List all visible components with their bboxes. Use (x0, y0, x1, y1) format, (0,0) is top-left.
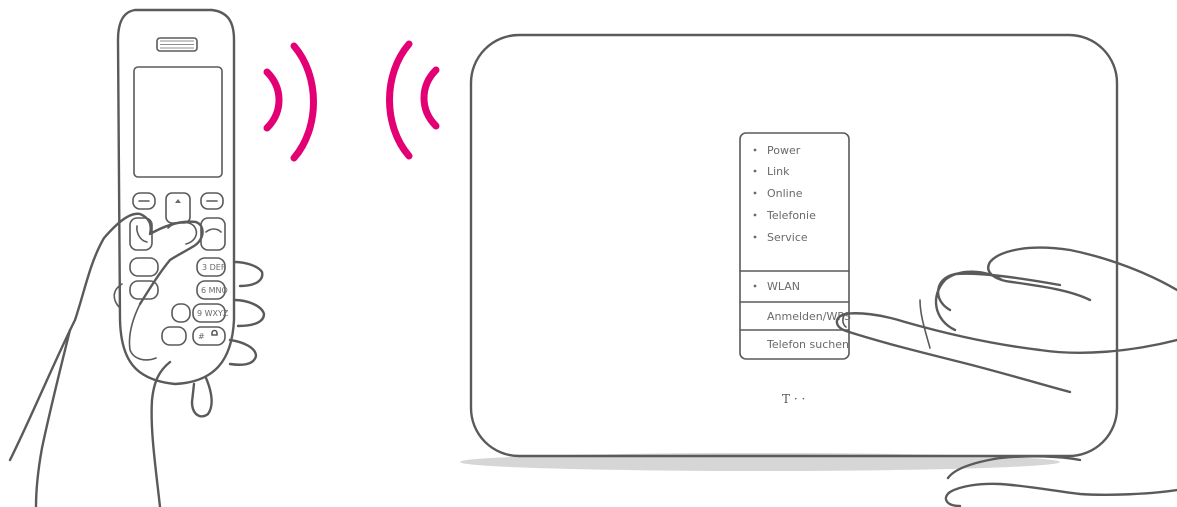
led-dot (753, 235, 757, 239)
key-0[interactable] (161, 326, 187, 346)
key-3-label: 3 DEF (202, 263, 226, 272)
led-online-label: Online (767, 187, 803, 200)
led-dot (753, 284, 757, 288)
wireless-signal-icon (263, 42, 317, 162)
signal-arc-large (290, 42, 317, 162)
wireless-signal-icon (386, 40, 440, 160)
led-dot (753, 213, 757, 217)
key-hash-label: # (198, 332, 205, 341)
speaker-grill (160, 40, 194, 49)
led-link-label: Link (767, 165, 790, 178)
led-service-label: Service (767, 231, 808, 244)
status-led-list: Power Link Online Telefonie Service (753, 144, 816, 244)
led-dot (753, 169, 757, 173)
key-8[interactable] (171, 303, 191, 323)
led-telefonie-label: Telefonie (766, 209, 816, 222)
key-9-label: 9 WXYZ (197, 309, 229, 318)
signal-arc-large (386, 40, 413, 160)
hangup-key[interactable] (200, 217, 226, 251)
router: Power Link Online Telefonie Service WLAN… (460, 33, 1119, 471)
telekom-logo: T · · (782, 392, 805, 406)
led-power-label: Power (767, 144, 801, 157)
router-front-panel: Power Link Online Telefonie Service WLAN… (739, 132, 851, 360)
pairing-diagram: Power Link Online Telefonie Service WLAN… (8, 8, 1177, 507)
lock-icon (211, 329, 218, 336)
signal-arc-small (263, 68, 283, 132)
key-6-label: 6 MNO (201, 286, 228, 295)
led-dot (753, 191, 757, 195)
phone-body (116, 8, 236, 386)
nav-key[interactable] (165, 192, 191, 224)
led-wlan-label: WLAN (767, 280, 800, 293)
phone-handset: 3 DEF 6 MNO 9 WXYZ # (116, 8, 236, 386)
telefon-suchen-button[interactable]: Telefon suchen (766, 338, 849, 351)
key-1[interactable] (129, 257, 159, 277)
phone-screen (133, 66, 223, 178)
led-dot (753, 148, 757, 152)
signal-arc-small (420, 66, 440, 130)
